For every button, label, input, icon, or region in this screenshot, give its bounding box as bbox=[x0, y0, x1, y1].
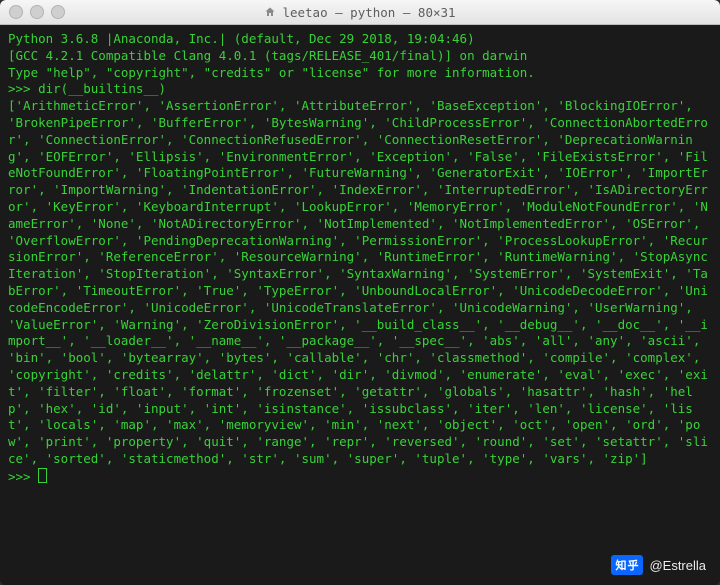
prompt-1: >>> dir(__builtins__) bbox=[8, 81, 166, 96]
title-text: leetao — python — 80×31 bbox=[282, 5, 455, 20]
builtins-output: ['ArithmeticError', 'AssertionError', 'A… bbox=[8, 98, 708, 466]
python-version-line: Python 3.6.8 |Anaconda, Inc.| (default, … bbox=[8, 31, 475, 46]
help-line: Type "help", "copyright", "credits" or "… bbox=[8, 65, 535, 80]
cursor bbox=[38, 468, 47, 483]
terminal-body[interactable]: Python 3.6.8 |Anaconda, Inc.| (default, … bbox=[0, 25, 720, 585]
compiler-line: [GCC 4.2.1 Compatible Clang 4.0.1 (tags/… bbox=[8, 48, 527, 63]
watermark-author: @Estrella bbox=[649, 558, 706, 573]
terminal-window: leetao — python — 80×31 Python 3.6.8 |An… bbox=[0, 0, 720, 585]
home-icon bbox=[264, 6, 276, 18]
watermark: 知乎 @Estrella bbox=[611, 555, 706, 575]
prompt-2: >>> bbox=[8, 469, 38, 484]
window-title: leetao — python — 80×31 bbox=[0, 5, 720, 20]
terminal-output: Python 3.6.8 |Anaconda, Inc.| (default, … bbox=[8, 31, 712, 486]
titlebar: leetao — python — 80×31 bbox=[0, 0, 720, 25]
zhihu-logo-icon: 知乎 bbox=[611, 555, 643, 575]
